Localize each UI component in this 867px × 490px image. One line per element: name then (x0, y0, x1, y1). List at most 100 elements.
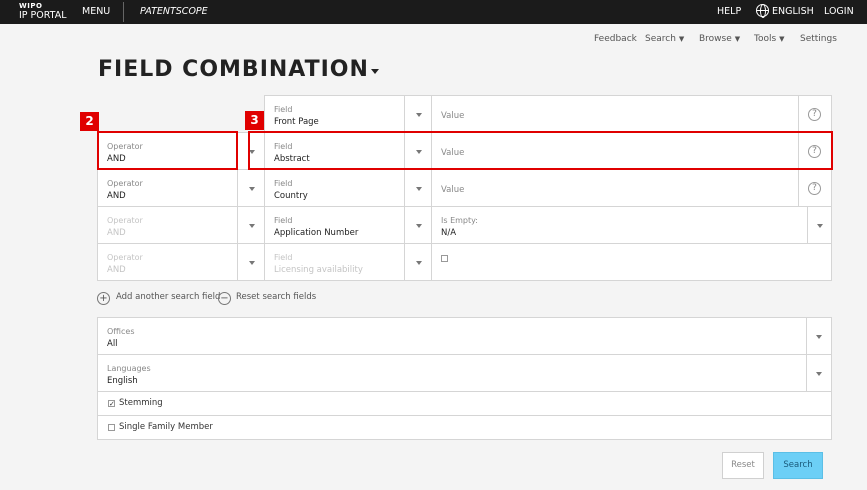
licensing-value-cell (431, 243, 832, 281)
single-family-option[interactable]: Single Family Member (97, 415, 832, 440)
field-label: Field (274, 179, 293, 188)
help-cell-row-3: ? (798, 169, 832, 207)
logo-line2: IP PORTAL (19, 10, 67, 21)
field-dropdown-toggle-row-3[interactable] (404, 169, 432, 207)
offices-select[interactable]: Offices All (97, 317, 807, 355)
stemming-checkbox[interactable]: ✓ (108, 400, 115, 408)
patentscope-link[interactable]: PATENTSCOPE (140, 6, 208, 17)
chevron-down-icon: ▼ (678, 35, 685, 43)
search-menu-label: Search (645, 34, 676, 44)
operator-label: Operator (107, 179, 143, 188)
chevron-down-icon (816, 335, 822, 339)
add-search-field-button[interactable]: Add another search field (116, 292, 220, 302)
chevron-down-icon (816, 372, 822, 376)
languages-label: Languages (107, 364, 151, 373)
offices-dropdown-toggle[interactable] (806, 317, 832, 355)
value-placeholder: Value (441, 111, 465, 121)
wipo-logo[interactable]: WIPO IP PORTAL (19, 2, 67, 20)
is-empty-dropdown-toggle[interactable] (807, 206, 832, 244)
operator-label: Operator (107, 253, 143, 262)
search-menu[interactable]: Search ▼ (645, 34, 684, 44)
tools-menu[interactable]: Tools ▼ (754, 34, 785, 44)
help-cell-row-1: ? (798, 95, 832, 133)
field-label: Field (274, 253, 293, 262)
offices-label: Offices (107, 327, 135, 336)
globe-icon[interactable] (756, 4, 769, 18)
operator-value: AND (107, 265, 126, 275)
is-empty-value: N/A (441, 228, 457, 238)
chevron-down-icon (416, 224, 422, 228)
operator-select-row-5: Operator AND (97, 243, 238, 281)
feedback-label: Feedback (594, 34, 637, 44)
operator-dropdown-toggle-row-4 (237, 206, 265, 244)
value-input-row-1[interactable]: Value (431, 95, 799, 133)
reset-button[interactable]: Reset (722, 452, 764, 479)
help-icon[interactable]: ? (808, 182, 821, 195)
page-title: FIELD COMBINATION (98, 57, 369, 82)
value-input-row-3[interactable]: Value (431, 169, 799, 207)
step-badge-2: 2 (80, 112, 99, 131)
chevron-down-icon (817, 224, 823, 228)
is-empty-select-row-4[interactable]: Is Empty: N/A (431, 206, 808, 244)
field-select-row-1[interactable]: Field Front Page (264, 95, 405, 133)
operator-value: AND (107, 191, 126, 201)
field-value: Application Number (274, 228, 359, 238)
single-family-label: Single Family Member (119, 422, 213, 432)
licensing-checkbox[interactable] (441, 255, 448, 262)
field-value: Licensing availability (274, 265, 363, 275)
languages-select[interactable]: Languages English (97, 354, 807, 392)
login-link[interactable]: LOGIN (824, 6, 854, 17)
field-label: Field (274, 216, 293, 225)
field-value: Front Page (274, 117, 319, 127)
browse-menu-label: Browse (699, 34, 732, 44)
chevron-down-icon (249, 261, 255, 265)
browse-menu[interactable]: Browse ▼ (699, 34, 740, 44)
operator-dropdown-toggle-row-3[interactable] (237, 169, 265, 207)
add-circle-icon[interactable]: + (97, 292, 110, 305)
chevron-down-icon (416, 187, 422, 191)
stemming-label: Stemming (119, 398, 163, 408)
chevron-down-icon (249, 187, 255, 191)
languages-dropdown-toggle[interactable] (806, 354, 832, 392)
settings-link[interactable]: Settings (800, 34, 837, 44)
help-link[interactable]: HELP (717, 6, 741, 17)
is-empty-label: Is Empty: (441, 216, 478, 225)
field-highlight-box (248, 131, 833, 170)
field-label: Field (274, 105, 293, 114)
field-select-row-3[interactable]: Field Country (264, 169, 405, 207)
offices-value: All (107, 339, 118, 349)
search-button[interactable]: Search (773, 452, 823, 479)
title-dropdown-icon[interactable] (371, 69, 379, 74)
language-selector[interactable]: ENGLISH (772, 6, 814, 17)
chevron-down-icon (249, 224, 255, 228)
operator-highlight-box (97, 131, 238, 170)
reset-search-fields-button[interactable]: Reset search fields (236, 292, 316, 302)
field-select-row-5[interactable]: Field Licensing availability (264, 243, 405, 281)
tools-menu-label: Tools (754, 34, 777, 44)
field-select-row-4[interactable]: Field Application Number (264, 206, 405, 244)
chevron-down-icon: ▼ (779, 35, 785, 43)
feedback-link[interactable]: Feedback (594, 34, 637, 44)
chevron-down-icon (416, 261, 422, 265)
chevron-down-icon (416, 113, 422, 117)
value-placeholder: Value (441, 185, 465, 195)
stemming-option[interactable]: ✓ Stemming (97, 391, 832, 416)
minus-circle-icon[interactable]: − (218, 292, 231, 305)
chevron-down-icon: ▼ (734, 35, 741, 43)
divider (123, 2, 124, 22)
help-icon[interactable]: ? (808, 108, 821, 121)
operator-value: AND (107, 228, 126, 238)
step-badge-3: 3 (245, 111, 264, 130)
field-dropdown-toggle-row-5[interactable] (404, 243, 432, 281)
operator-select-row-4: Operator AND (97, 206, 238, 244)
field-dropdown-toggle-row-4[interactable] (404, 206, 432, 244)
field-dropdown-toggle-row-1[interactable] (404, 95, 432, 133)
top-navigation-bar: WIPO IP PORTAL MENU PATENTSCOPE HELP ENG… (0, 0, 867, 24)
operator-select-row-3[interactable]: Operator AND (97, 169, 238, 207)
languages-value: English (107, 376, 138, 386)
operator-dropdown-toggle-row-5 (237, 243, 265, 281)
operator-label: Operator (107, 216, 143, 225)
single-family-checkbox[interactable] (108, 424, 115, 431)
field-value: Country (274, 191, 308, 201)
menu-button[interactable]: MENU (82, 6, 110, 17)
